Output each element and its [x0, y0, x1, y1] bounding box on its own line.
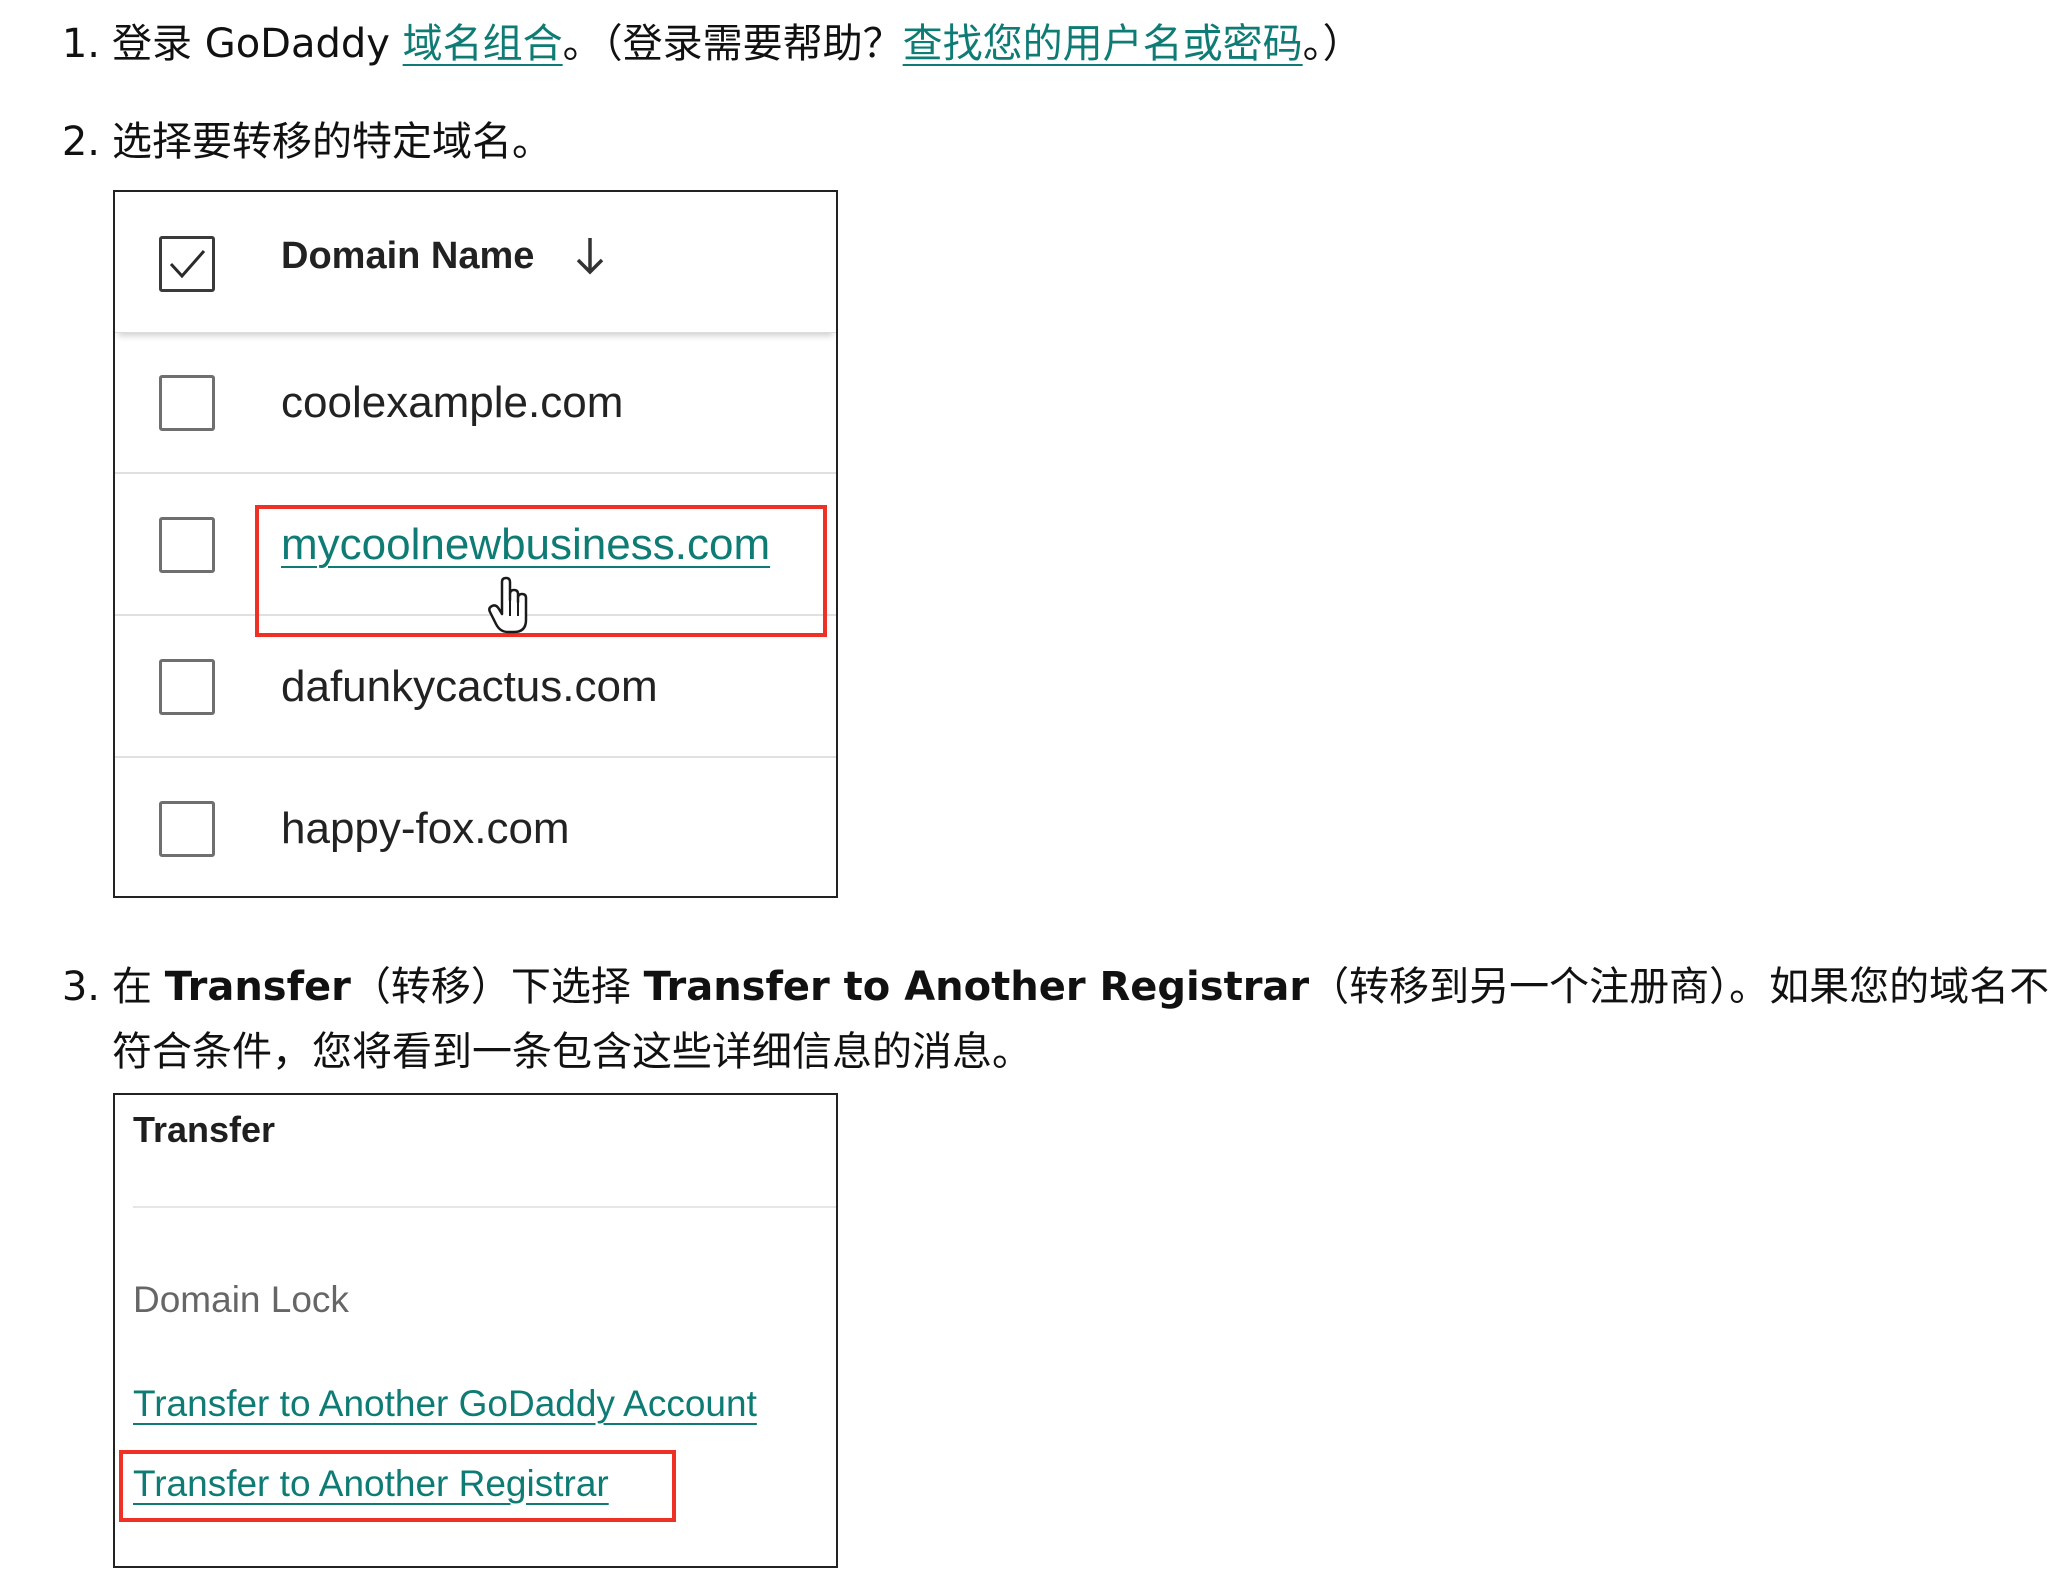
step-text: 。）: [1302, 21, 1363, 67]
row-checkbox[interactable]: [159, 659, 215, 715]
transfer-panel-screenshot: Transfer Domain Lock Transfer to Another…: [113, 1093, 838, 1568]
table-row: coolexample.com: [115, 332, 836, 474]
domain-lock-item[interactable]: Domain Lock: [133, 1275, 349, 1325]
transfer-to-godaddy-account-link[interactable]: Transfer to Another GoDaddy Account: [133, 1379, 757, 1429]
step-number: 1.: [61, 21, 100, 67]
transfer-heading: Transfer: [133, 1109, 276, 1150]
highlight-box: [119, 1450, 676, 1522]
step-3-text: 在 Transfer（转移）下选择 Transfer to Another Re…: [112, 955, 2049, 1019]
row-checkbox[interactable]: [159, 375, 215, 431]
highlight-box: [255, 505, 827, 637]
table-row: dafunkycactus.com: [115, 616, 836, 758]
step-1-text: 登录 GoDaddy 域名组合。（登录需要帮助？查找您的用户名或密码。）: [112, 12, 1363, 76]
arrow-down-icon[interactable]: [570, 230, 610, 280]
step-3-text-line2: 符合条件，您将看到一条包含这些详细信息的消息。: [112, 1029, 1032, 1075]
hand-pointer-icon: [488, 576, 532, 636]
row-checkbox[interactable]: [159, 517, 215, 573]
domain-name: happy-fox.com: [281, 804, 570, 853]
step-text: （转移到另一个注册商）。如果您的域名不: [1309, 964, 2050, 1010]
step-text: （转移）下选择: [350, 964, 644, 1010]
table-header: Domain Name: [115, 192, 836, 333]
domain-list-screenshot: Domain Name coolexample.com mycoolnewbus…: [113, 190, 838, 898]
row-checkbox[interactable]: [159, 801, 215, 857]
step-text: 。（登录需要帮助？: [562, 21, 903, 67]
step-number: 3.: [61, 964, 100, 1010]
find-username-password-link[interactable]: 查找您的用户名或密码: [903, 21, 1303, 67]
domain-name: dafunkycactus.com: [281, 662, 658, 711]
domain-name: coolexample.com: [281, 378, 624, 427]
select-all-checkbox[interactable]: [159, 236, 215, 292]
domain-portfolio-link[interactable]: 域名组合: [403, 21, 563, 67]
divider: [133, 1206, 836, 1208]
table-row: happy-fox.com: [115, 758, 836, 896]
step-number: 2.: [61, 119, 100, 165]
step-text: 在: [112, 964, 165, 1010]
column-header-domain-name[interactable]: Domain Name: [281, 226, 534, 286]
step-2-text: 选择要转移的特定域名。: [112, 119, 552, 165]
step-text: 登录 GoDaddy: [112, 21, 403, 67]
bold-transfer: Transfer: [164, 964, 351, 1010]
bold-transfer-registrar: Transfer to Another Registrar: [643, 964, 1310, 1010]
